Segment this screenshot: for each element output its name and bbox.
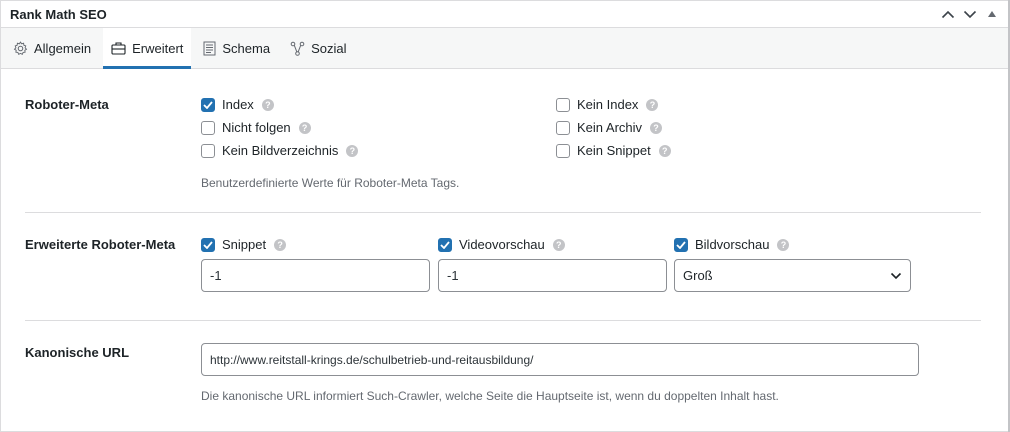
checkbox-checked[interactable] (201, 237, 215, 252)
schema-icon (203, 41, 216, 55)
rank-math-panel: Rank Math SEO Allgemein Erweitert Schema… (0, 0, 1010, 432)
nofollow-checkbox[interactable]: Nicht folgen ? (201, 120, 311, 135)
video-preview-checkbox[interactable]: Videovorschau ? (438, 237, 565, 252)
checkbox-label: Kein Bildverzeichnis (222, 143, 339, 158)
checkbox-label: Snippet (222, 237, 267, 252)
check-icon (440, 240, 450, 249)
tab-label: Sozial (311, 40, 347, 56)
canonical-url-input[interactable]: http://www.reitstall-krings.de/schulbetr… (201, 343, 919, 376)
checkbox-checked[interactable] (201, 97, 215, 112)
section-divider (25, 320, 981, 321)
select-value: Groß (683, 268, 713, 283)
checkbox-label: Kein Archiv (577, 120, 643, 135)
help-icon[interactable]: ? (650, 121, 663, 134)
panel-title: Rank Math SEO (10, 6, 107, 22)
noarchive-checkbox[interactable]: Kein Archiv ? (556, 120, 663, 135)
canonical-url-description: Die kanonische URL informiert Such-Crawl… (201, 389, 779, 403)
check-icon (203, 240, 213, 249)
input-value: -1 (447, 268, 459, 283)
help-icon[interactable]: ? (658, 144, 671, 157)
tab-bar: Allgemein Erweitert Schema Sozial (1, 28, 1009, 69)
move-down-button[interactable] (961, 5, 979, 23)
help-icon[interactable]: ? (777, 238, 790, 251)
help-icon[interactable]: ? (298, 121, 311, 134)
check-icon (676, 240, 686, 249)
tab-label: Erweitert (132, 40, 184, 56)
canonical-url-label: Kanonische URL (25, 345, 130, 360)
help-icon[interactable]: ? (646, 98, 659, 111)
checkbox-label: Kein Index (577, 97, 639, 112)
checkbox-unchecked[interactable] (556, 97, 570, 112)
chevron-down-icon (890, 272, 902, 279)
panel-header: Rank Math SEO (1, 1, 1009, 28)
image-preview-checkbox[interactable]: Bildvorschau ? (674, 237, 790, 252)
video-preview-length-input[interactable]: -1 (438, 259, 667, 292)
checkbox-label: Nicht folgen (222, 120, 291, 135)
noindex-checkbox[interactable]: Kein Index ? (556, 97, 659, 112)
checkbox-checked[interactable] (438, 237, 452, 252)
panel-controls (939, 5, 1001, 23)
checkbox-label: Index (222, 97, 254, 112)
checkbox-unchecked[interactable] (556, 120, 570, 135)
checkbox-unchecked[interactable] (201, 143, 215, 158)
help-icon[interactable]: ? (261, 98, 274, 111)
tab-sozial[interactable]: Sozial (282, 28, 354, 68)
checkbox-checked[interactable] (674, 237, 688, 252)
input-value: -1 (210, 268, 222, 283)
help-icon[interactable]: ? (552, 238, 565, 251)
tab-label: Allgemein (34, 40, 92, 56)
tab-label: Schema (222, 40, 271, 56)
index-checkbox[interactable]: Index ? (201, 97, 274, 112)
section-divider (25, 212, 981, 213)
share-icon (290, 41, 305, 56)
advanced-robots-meta-label: Erweiterte Roboter-Meta (25, 237, 176, 252)
tab-schema[interactable]: Schema (195, 28, 278, 68)
nosnippet-checkbox[interactable]: Kein Snippet ? (556, 143, 671, 158)
noimageindex-checkbox[interactable]: Kein Bildverzeichnis ? (201, 143, 359, 158)
chevron-up-icon (941, 10, 955, 18)
toggle-panel-button[interactable] (983, 5, 1001, 23)
input-value: http://www.reitstall-krings.de/schulbetr… (210, 352, 534, 367)
snippet-length-input[interactable]: -1 (201, 259, 430, 292)
checkbox-unchecked[interactable] (201, 120, 215, 135)
tab-erweitert[interactable]: Erweitert (103, 28, 192, 69)
checkbox-label: Bildvorschau (695, 237, 770, 252)
toolbox-icon (111, 42, 126, 55)
check-icon (203, 100, 213, 109)
snippet-checkbox[interactable]: Snippet ? (201, 237, 287, 252)
caret-up-icon (988, 11, 996, 17)
help-icon[interactable]: ? (274, 238, 287, 251)
help-icon[interactable]: ? (346, 144, 359, 157)
robots-meta-label: Roboter-Meta (25, 97, 109, 112)
checkbox-label: Videovorschau (459, 237, 545, 252)
chevron-down-icon (963, 10, 977, 18)
move-up-button[interactable] (939, 5, 957, 23)
gear-icon (13, 40, 28, 55)
image-preview-size-select[interactable]: Groß (674, 259, 911, 292)
checkbox-unchecked[interactable] (556, 143, 570, 158)
tab-allgemein[interactable]: Allgemein (5, 28, 99, 68)
robots-meta-description: Benutzerdefinierte Werte für Roboter-Met… (201, 176, 460, 190)
checkbox-label: Kein Snippet (577, 143, 651, 158)
